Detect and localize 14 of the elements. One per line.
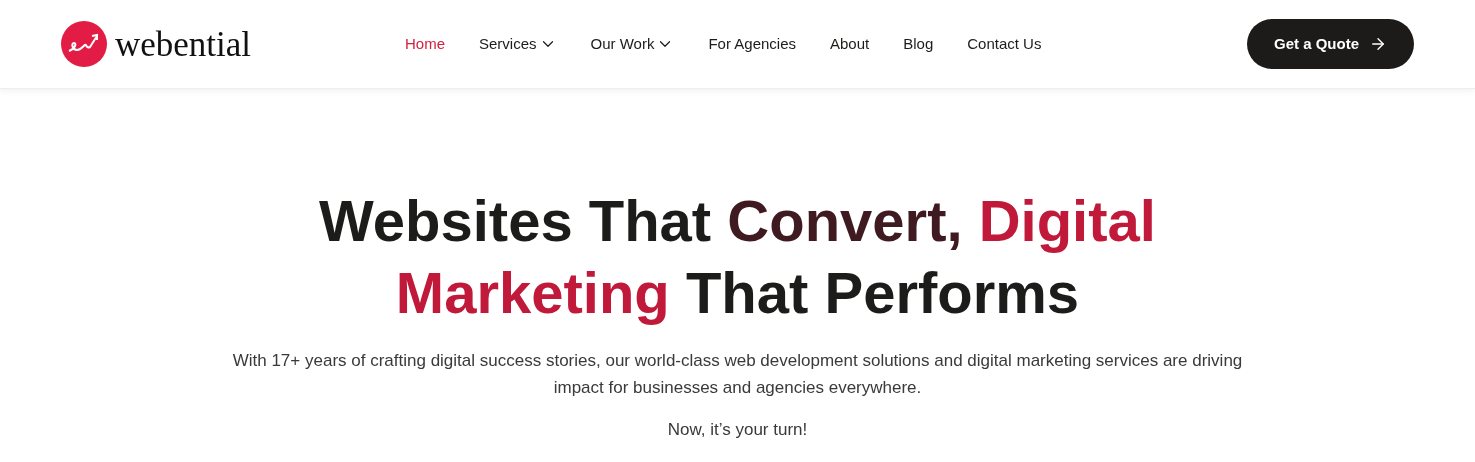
nav-link[interactable]: About: [830, 32, 870, 56]
hero-headline: Websites That Convert, Digital Marketing That Performs: [318, 187, 1157, 327]
nav-link[interactable]: Contact Us: [967, 32, 1042, 56]
nav-link[interactable]: Home: [405, 32, 445, 56]
logo-wordmark[interactable]: webential: [115, 26, 252, 62]
nav-link[interactable]: Our Work: [590, 32, 675, 56]
nav-link[interactable]: Blog: [903, 32, 934, 56]
nav-link[interactable]: Services: [479, 32, 557, 56]
arrow-right-icon: [1369, 35, 1387, 53]
logo-icon: [61, 21, 107, 67]
hero-description: With 17+ years of crafting digital success stories, our world-class web development solutions and digital marketing services are driving impact for businesses and agencies everywhere.: [231, 350, 1244, 399]
nav-link[interactable]: For Agencies: [708, 32, 796, 56]
hero-tagline: Now, it’s your turn!: [667, 419, 808, 441]
get-quote-button[interactable]: Get a Quote: [1247, 19, 1414, 69]
